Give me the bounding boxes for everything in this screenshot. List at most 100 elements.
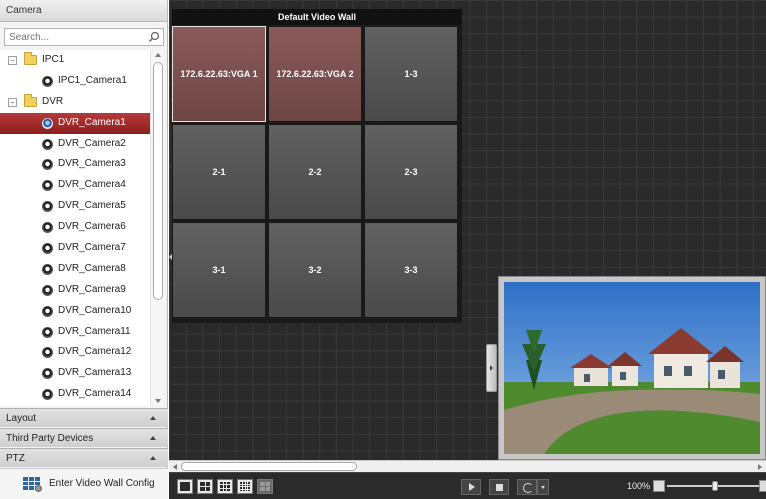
tree-camera-item[interactable]: DVR_Camera14 (0, 384, 150, 405)
tree-camera-label: DVR_Camera4 (58, 179, 126, 191)
wall-cell[interactable]: 2-2 (268, 124, 362, 220)
horizontal-scroll-thumb[interactable] (181, 462, 357, 471)
layout-4x4-icon (240, 482, 250, 491)
tree-camera-item[interactable]: DVR_Camera8 (0, 259, 150, 280)
layout-1x1-icon (180, 482, 190, 491)
tree-camera-label: DVR_Camera1 (58, 116, 126, 128)
tree-camera-item[interactable]: DVR_Camera6 (0, 217, 150, 238)
loop-dropdown-icon[interactable] (537, 479, 549, 495)
zoom-slider-thumb[interactable] (712, 481, 718, 491)
wall-cell[interactable]: 3-1 (172, 222, 266, 318)
tree-camera-item[interactable]: DVR_Camera7 (0, 238, 150, 259)
search-icon[interactable] (148, 31, 160, 43)
camera-icon (42, 222, 53, 234)
zoom-out-button[interactable] (653, 480, 665, 492)
layout-2x2-icon (200, 482, 210, 491)
tree-camera-item[interactable]: DVR_Camera12 (0, 342, 150, 363)
tree-camera-item[interactable]: DVR_Camera2 (0, 134, 150, 155)
scroll-left-arrow-icon[interactable] (173, 464, 177, 470)
tree-camera-label: DVR_Camera5 (58, 200, 126, 212)
tree-camera-label: DVR_Camera13 (58, 367, 132, 379)
search-box[interactable] (4, 28, 164, 46)
camera-icon (42, 117, 53, 129)
tree-camera-item[interactable]: DVR_Camera1 (0, 112, 150, 134)
layout-3x3-button[interactable] (217, 479, 233, 494)
accordion-third-party-devices[interactable]: Third Party Devices (0, 428, 168, 447)
tree-camera-item[interactable]: DVR_Camera13 (0, 363, 150, 384)
bottom-toolbar: 100% (169, 472, 766, 499)
video-wall: Default Video Wall 172.6.22.63:VGA 1 172… (172, 9, 462, 323)
scroll-down-arrow-icon[interactable] (155, 399, 161, 403)
tree-camera-label: DVR_Camera6 (58, 221, 126, 233)
caret-up-icon (150, 456, 156, 460)
caret-up-icon (150, 436, 156, 440)
accordion-ptz[interactable]: PTZ (0, 448, 168, 467)
wall-cell[interactable]: 2-3 (364, 124, 458, 220)
tree-camera-item[interactable]: DVR_Camera10 (0, 301, 150, 322)
camera-icon (42, 159, 53, 171)
tree-scrollbar[interactable] (150, 50, 164, 406)
tree-group-dvr[interactable]: − DVR (0, 92, 150, 113)
camera-panel: Camera − IPC1 IPC1_Camera1 − DVR DVR_Camera1 D… (0, 0, 168, 499)
camera-icon (42, 75, 53, 87)
live-preview-window[interactable] (498, 276, 766, 460)
tree-group-label: IPC1 (42, 54, 65, 65)
tree-camera-label: DVR_Camera3 (58, 158, 126, 170)
camera-icon (42, 263, 53, 275)
camera-icon (42, 305, 53, 317)
layout-4x4-button[interactable] (237, 479, 253, 494)
layout-2x2-button[interactable] (197, 479, 213, 494)
video-wall-title: Default Video Wall (172, 9, 462, 25)
layout-custom-icon (260, 482, 270, 491)
gear-icon (35, 485, 42, 492)
tree-camera-item[interactable]: DVR_Camera11 (0, 322, 150, 343)
folder-icon (24, 93, 37, 107)
tree-camera-item[interactable]: DVR_Camera9 (0, 280, 150, 301)
collapse-icon[interactable]: − (8, 56, 17, 65)
tree-group-ipc1[interactable]: − IPC1 (0, 50, 150, 71)
zoom-in-button[interactable] (759, 480, 766, 492)
wall-cell[interactable]: 1-3 (364, 26, 458, 122)
stop-button[interactable] (489, 479, 509, 495)
scroll-thumb[interactable] (153, 62, 163, 300)
wall-cell[interactable]: 3-3 (364, 222, 458, 318)
wall-cell[interactable]: 172.6.22.63:VGA 1 (172, 26, 266, 122)
enter-video-wall-config-button[interactable]: Enter Video Wall Config (0, 468, 168, 499)
search-input[interactable] (5, 29, 145, 45)
tree-camera-item[interactable]: DVR_Camera5 (0, 196, 150, 217)
layout-3x3-icon (220, 482, 230, 491)
tree-camera-label: DVR_Camera12 (58, 346, 132, 358)
camera-icon (42, 138, 53, 150)
tree-camera-item[interactable]: DVR_Camera4 (0, 175, 150, 196)
accordion-layout-label: Layout (6, 413, 37, 424)
accordion-layout[interactable]: Layout (0, 408, 168, 427)
loop-button[interactable] (517, 479, 537, 495)
collapse-icon[interactable]: − (8, 97, 17, 107)
tree-camera-label: DVR_Camera14 (58, 388, 132, 400)
caret-up-icon (150, 416, 156, 420)
accordion-ptz-label: PTZ (6, 453, 25, 464)
scroll-right-arrow-icon[interactable] (758, 464, 762, 470)
tree-camera-label: DVR_Camera2 (58, 137, 126, 149)
tree-camera-item[interactable]: IPC1_Camera1 (0, 71, 150, 92)
zoom-level: 100% (627, 481, 651, 491)
accordion-third-party-label: Third Party Devices (6, 433, 94, 444)
camera-icon (42, 284, 53, 296)
wall-cell[interactable]: 3-2 (268, 222, 362, 318)
tree-camera-item[interactable]: DVR_Camera3 (0, 154, 150, 175)
preview-collapse-handle[interactable] (486, 344, 497, 392)
layout-1x1-button[interactable] (177, 479, 193, 494)
canvas-horizontal-scrollbar[interactable] (169, 460, 766, 472)
wall-cell[interactable]: 2-1 (172, 124, 266, 220)
play-button[interactable] (461, 479, 481, 495)
scroll-up-arrow-icon[interactable] (155, 53, 161, 57)
tree-camera-label: IPC1_Camera1 (58, 74, 127, 86)
camera-icon (42, 243, 53, 255)
camera-tree: − IPC1 IPC1_Camera1 − DVR DVR_Camera1 DVR_Came… (0, 50, 150, 406)
layout-custom-button[interactable] (257, 479, 273, 494)
video-wall-canvas[interactable]: Default Video Wall 172.6.22.63:VGA 1 172… (169, 0, 766, 460)
wall-cell[interactable]: 172.6.22.63:VGA 2 (268, 26, 362, 122)
tree-camera-label: DVR_Camera8 (58, 262, 126, 274)
tree-camera-label: DVR_Camera11 (58, 325, 131, 337)
folder-icon (24, 52, 37, 65)
